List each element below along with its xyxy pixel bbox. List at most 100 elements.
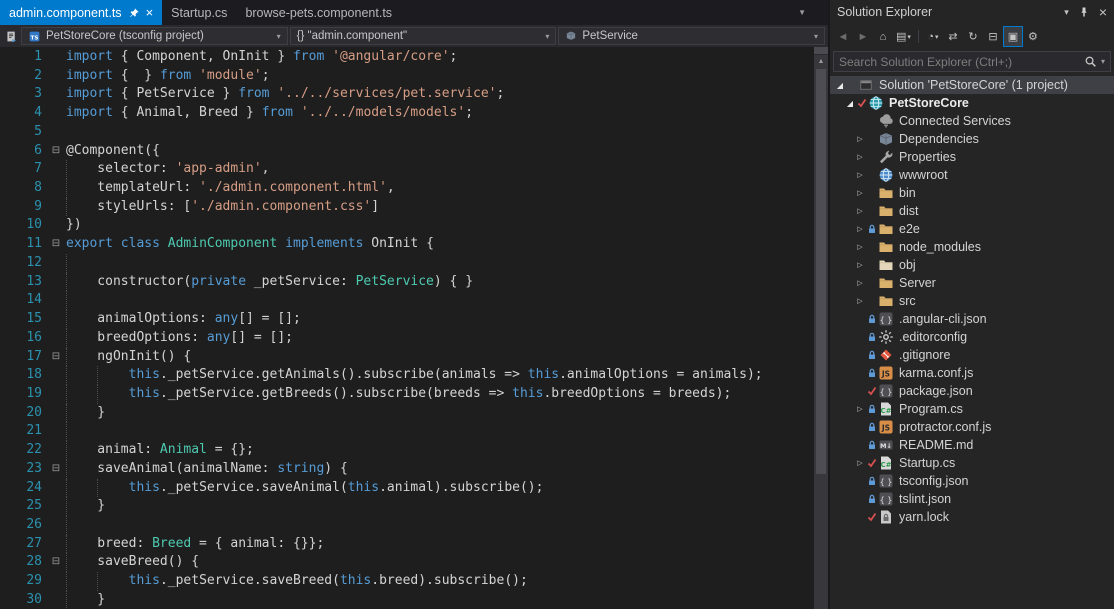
- tree-item-node-modules[interactable]: ▷node_modules: [830, 238, 1114, 256]
- fold-collapse-icon[interactable]: ⊟: [46, 142, 66, 161]
- svg-text:{ }: { }: [880, 495, 893, 504]
- tree-item-dist[interactable]: ▷dist: [830, 202, 1114, 220]
- tree-item-solution-petstorecore-1-project[interactable]: ◢Solution 'PetStoreCore' (1 project): [830, 76, 1114, 94]
- tree-item-tslint-json[interactable]: { } tslint.json: [830, 490, 1114, 508]
- refresh-icon[interactable]: ↻: [964, 27, 982, 46]
- tree-item-wwwroot[interactable]: ▷wwwroot: [830, 166, 1114, 184]
- tree-item-label: Server: [899, 276, 936, 290]
- tree-item-karma-conf-js[interactable]: JSkarma.conf.js: [830, 364, 1114, 382]
- svg-text:C#: C#: [880, 407, 891, 415]
- collapsed-arrow-icon[interactable]: ▷: [854, 153, 866, 161]
- collapsed-arrow-icon[interactable]: ▷: [854, 189, 866, 197]
- fold-collapse-icon[interactable]: ⊟: [46, 460, 66, 479]
- lock-badge-icon: [866, 494, 878, 504]
- fold-margin: [46, 123, 66, 142]
- tree-item-startup-cs[interactable]: ▷C#Startup.cs: [830, 454, 1114, 472]
- switch-views-icon[interactable]: ▤▾: [894, 27, 913, 46]
- tree-item-package-json[interactable]: { }package.json: [830, 382, 1114, 400]
- member-dropdown[interactable]: PetService ▾: [558, 27, 825, 45]
- fold-collapse-icon[interactable]: ⊟: [46, 348, 66, 367]
- fold-collapse-icon[interactable]: ⊟: [46, 553, 66, 572]
- tree-item-yarn-lock[interactable]: yarn.lock: [830, 508, 1114, 526]
- forward-icon[interactable]: ►: [854, 27, 872, 46]
- line-number: 20: [0, 404, 46, 423]
- line-number: 14: [0, 291, 46, 310]
- home-icon[interactable]: ⌂: [874, 27, 892, 46]
- sync-with-active-document-icon[interactable]: ⇄: [944, 27, 962, 46]
- line-number: 24: [0, 479, 46, 498]
- tree-item-program-cs[interactable]: ▷C#Program.cs: [830, 400, 1114, 418]
- tree-item-tsconfig-json[interactable]: { }tsconfig.json: [830, 472, 1114, 490]
- tree-item-readme-md[interactable]: M↓README.md: [830, 436, 1114, 454]
- close-panel-icon[interactable]: ×: [1099, 4, 1107, 20]
- show-all-files-icon[interactable]: ▣: [1004, 27, 1022, 46]
- tree-item-bin[interactable]: ▷bin: [830, 184, 1114, 202]
- tree-item-label: README.md: [899, 438, 973, 452]
- collapsed-arrow-icon[interactable]: ▷: [854, 297, 866, 305]
- tree-item-obj[interactable]: ▷obj: [830, 256, 1114, 274]
- collapse-all-icon[interactable]: ⊟: [984, 27, 1002, 46]
- code-line-8: 8 templateUrl: './admin.component.html',: [0, 179, 814, 198]
- tree-item-protractor-conf-js[interactable]: JSprotractor.conf.js: [830, 418, 1114, 436]
- search-box[interactable]: ▾: [833, 51, 1111, 72]
- tree-item-petstorecore[interactable]: ◢PetStoreCore: [830, 94, 1114, 112]
- code-text: this._petService.getAnimals().subscribe(…: [66, 366, 814, 385]
- back-icon[interactable]: ◄: [834, 27, 852, 46]
- pin-icon[interactable]: [128, 7, 140, 19]
- code-text: @Component({: [66, 142, 814, 161]
- tree-item-properties[interactable]: ▷Properties: [830, 148, 1114, 166]
- collapsed-arrow-icon[interactable]: ▷: [854, 459, 866, 467]
- window-position-chevron-icon[interactable]: ▾: [1064, 7, 1069, 18]
- pending-changes-filter-icon[interactable]: ◔▾: [924, 27, 942, 46]
- tab-browse-pets-component-ts[interactable]: browse-pets.component.ts: [236, 0, 401, 25]
- tab-admin-component-ts[interactable]: admin.component.ts×: [0, 0, 162, 25]
- element-dropdown[interactable]: {} "admin.component" ▾: [290, 27, 557, 45]
- tab-list-chevron-icon[interactable]: ▼: [798, 8, 806, 17]
- collapsed-arrow-icon[interactable]: ▷: [854, 279, 866, 287]
- panel-header-icons: ▾ ×: [1064, 4, 1107, 20]
- tree-item-gitignore[interactable]: .gitignore: [830, 346, 1114, 364]
- tree-item-angular-cli-json[interactable]: { }.angular-cli.json: [830, 310, 1114, 328]
- scroll-up-icon[interactable]: ▲: [814, 55, 828, 68]
- svg-text:{ }: { }: [880, 387, 893, 396]
- fold-margin: [46, 516, 66, 535]
- lock-badge-icon: [866, 314, 878, 324]
- expanded-arrow-icon[interactable]: ◢: [844, 99, 856, 108]
- collapsed-arrow-icon[interactable]: ▷: [854, 207, 866, 215]
- collapsed-arrow-icon[interactable]: ▷: [854, 261, 866, 269]
- tree-item-e2e[interactable]: ▷e2e: [830, 220, 1114, 238]
- collapsed-arrow-icon[interactable]: ▷: [854, 405, 866, 413]
- tab-label: browse-pets.component.ts: [245, 6, 392, 20]
- fold-margin: [46, 216, 66, 235]
- code-text: import { Component, OnInit } from '@angu…: [66, 48, 814, 67]
- expanded-arrow-icon[interactable]: ◢: [834, 81, 846, 90]
- split-grip[interactable]: [814, 47, 828, 55]
- code-editor[interactable]: 1import { Component, OnInit } from '@ang…: [0, 47, 828, 609]
- close-icon[interactable]: ×: [146, 6, 154, 19]
- collapsed-arrow-icon[interactable]: ▷: [854, 135, 866, 143]
- project-icon: [868, 95, 886, 111]
- fold-collapse-icon[interactable]: ⊟: [46, 235, 66, 254]
- editor-scrollbar[interactable]: ▲: [814, 47, 828, 609]
- collapsed-arrow-icon[interactable]: ▷: [854, 171, 866, 179]
- tree-item-label: tslint.json: [899, 492, 951, 506]
- project-dropdown[interactable]: TS PetStoreCore (tsconfig project) ▾: [21, 27, 288, 45]
- scrollbar-thumb[interactable]: [816, 69, 826, 474]
- properties-icon[interactable]: ⚙: [1024, 27, 1042, 46]
- search-options-chevron-icon[interactable]: ▾: [1101, 57, 1105, 66]
- svg-text:C#: C#: [880, 461, 891, 469]
- tree-item-connected-services[interactable]: Connected Services: [830, 112, 1114, 130]
- auto-hide-pin-icon[interactable]: [1078, 6, 1090, 18]
- collapsed-arrow-icon[interactable]: ▷: [854, 243, 866, 251]
- tree-item-editorconfig[interactable]: .editorconfig: [830, 328, 1114, 346]
- tree-item-server[interactable]: ▷ Server: [830, 274, 1114, 292]
- json-icon: { }: [878, 491, 896, 507]
- line-number: 25: [0, 497, 46, 516]
- search-input[interactable]: [839, 55, 1080, 69]
- collapsed-arrow-icon[interactable]: ▷: [854, 225, 866, 233]
- tree-item-dependencies[interactable]: ▷Dependencies: [830, 130, 1114, 148]
- tree-item-src[interactable]: ▷src: [830, 292, 1114, 310]
- tab-startup-cs[interactable]: Startup.cs: [162, 0, 236, 25]
- search-icon[interactable]: [1084, 55, 1097, 68]
- fold-margin: [46, 404, 66, 423]
